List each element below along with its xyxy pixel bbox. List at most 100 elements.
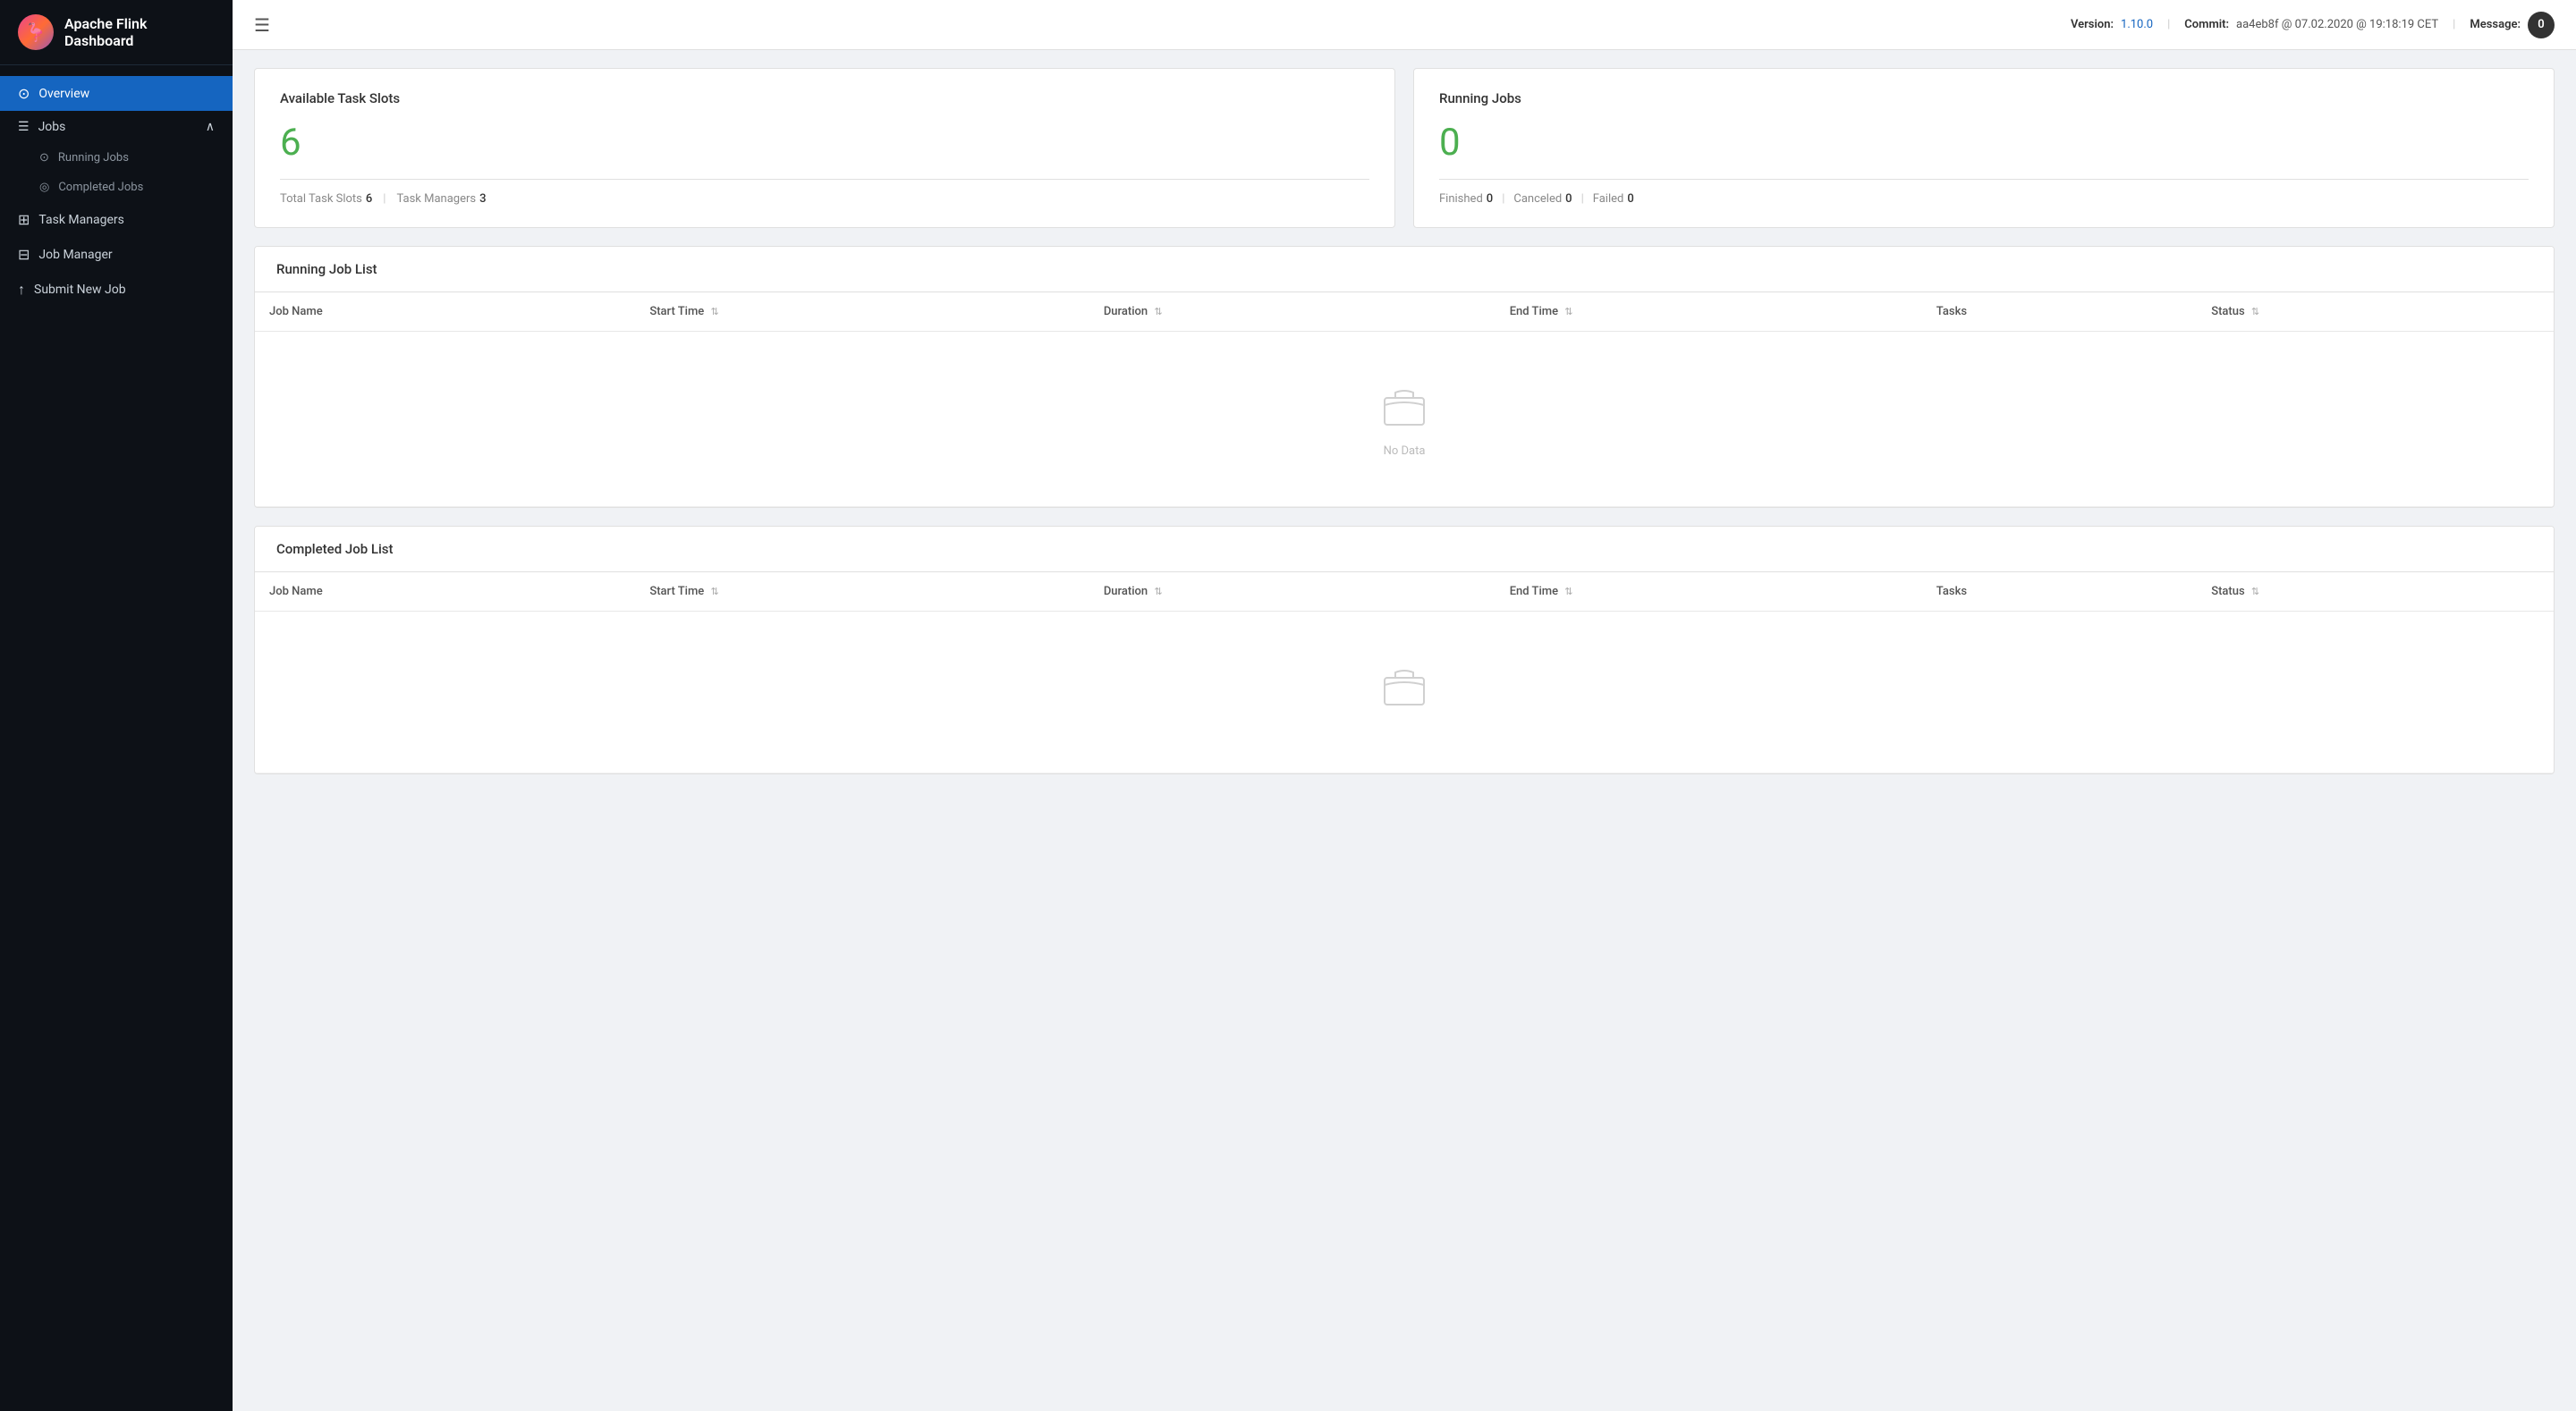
col-end-time-1[interactable]: End Time ⇅ bbox=[1496, 292, 1922, 332]
col-tasks-label-2: Tasks bbox=[1936, 585, 1967, 598]
failed-label: Failed bbox=[1593, 192, 1624, 206]
sidebar-item-completed-jobs[interactable]: ◎ Completed Jobs bbox=[0, 173, 233, 202]
running-jobs-title: Running Jobs bbox=[1439, 90, 2529, 106]
finished-value: 0 bbox=[1487, 192, 1493, 206]
completed-job-list-title: Completed Job List bbox=[255, 527, 2554, 572]
sidebar-completed-jobs-label: Completed Jobs bbox=[58, 181, 143, 194]
sort-icon-start-2: ⇅ bbox=[710, 586, 718, 597]
meta-sep: | bbox=[383, 192, 386, 206]
col-status-1[interactable]: Status ⇅ bbox=[2197, 292, 2554, 332]
running-job-table-head: Job Name Start Time ⇅ Duration ⇅ End Tim… bbox=[255, 292, 2554, 332]
commit-value: aa4eb8f @ 07.02.2020 @ 19:18:19 CET bbox=[2236, 18, 2438, 31]
running-no-data-row: No Data bbox=[255, 332, 2554, 507]
sidebar-logo: 🦩 Apache Flink Dashboard bbox=[0, 0, 233, 65]
col-job-name-label-1: Job Name bbox=[269, 305, 323, 318]
task-slots-title: Available Task Slots bbox=[280, 90, 1369, 106]
canceled-stat: Canceled 0 bbox=[1513, 192, 1572, 206]
stats-row: Available Task Slots 6 Total Task Slots … bbox=[254, 68, 2555, 228]
sort-icon-end-1: ⇅ bbox=[1564, 306, 1572, 317]
version-label: Version: bbox=[2071, 18, 2114, 31]
sidebar-task-managers-label: Task Managers bbox=[38, 213, 123, 227]
running-no-data-container: No Data bbox=[269, 344, 2539, 494]
col-job-name-1: Job Name bbox=[255, 292, 635, 332]
sidebar-jobs-section[interactable]: ☰ Jobs ∧ bbox=[0, 111, 233, 143]
sidebar-app-name: Apache Flink Dashboard bbox=[64, 15, 215, 49]
total-slots-label: Total Task Slots bbox=[280, 192, 362, 206]
main-content: ☰ Version: 1.10.0 | Commit: aa4eb8f @ 07… bbox=[233, 0, 2576, 1411]
sort-icon-status-2: ⇅ bbox=[2251, 586, 2259, 597]
sidebar-item-overview[interactable]: ⊙ Overview bbox=[0, 76, 233, 111]
running-job-table: Job Name Start Time ⇅ Duration ⇅ End Tim… bbox=[255, 292, 2554, 507]
col-job-name-label-2: Job Name bbox=[269, 585, 323, 598]
sidebar-item-running-jobs[interactable]: ⊙ Running Jobs bbox=[0, 143, 233, 173]
col-start-time-1[interactable]: Start Time ⇅ bbox=[635, 292, 1089, 332]
col-status-2[interactable]: Status ⇅ bbox=[2197, 572, 2554, 612]
no-data-icon-2 bbox=[1377, 660, 1431, 714]
sidebar-jobs-label: Jobs bbox=[38, 120, 66, 134]
failed-value: 0 bbox=[1627, 192, 1633, 206]
col-duration-label-2: Duration bbox=[1104, 585, 1148, 598]
header-left: ☰ bbox=[254, 14, 270, 36]
running-job-table-header-row: Job Name Start Time ⇅ Duration ⇅ End Tim… bbox=[255, 292, 2554, 332]
sidebar-item-task-managers[interactable]: ⊞ Task Managers bbox=[0, 202, 233, 237]
total-slots-value: 6 bbox=[366, 192, 372, 206]
version-value: 1.10.0 bbox=[2121, 18, 2153, 31]
logo-emoji: 🦩 bbox=[25, 21, 47, 43]
completed-no-data-row bbox=[255, 612, 2554, 773]
message-label: Message: bbox=[2470, 18, 2521, 31]
col-status-label-2: Status bbox=[2211, 585, 2244, 598]
running-job-list-title: Running Job List bbox=[255, 247, 2554, 292]
completed-job-table-header-row: Job Name Start Time ⇅ Duration ⇅ End Tim… bbox=[255, 572, 2554, 612]
jobs-icon: ☰ bbox=[18, 120, 30, 134]
stat-divider-2 bbox=[1439, 179, 2529, 180]
sidebar-nav: ⊙ Overview ☰ Jobs ∧ ⊙ Running Jobs ◎ Com… bbox=[0, 65, 233, 318]
task-managers-meta-label: Task Managers bbox=[396, 192, 476, 206]
task-managers-meta: Task Managers 3 bbox=[396, 192, 486, 206]
col-end-time-2[interactable]: End Time ⇅ bbox=[1496, 572, 1922, 612]
stat-divider-1 bbox=[280, 179, 1369, 180]
col-duration-2[interactable]: Duration ⇅ bbox=[1089, 572, 1496, 612]
col-tasks-label-1: Tasks bbox=[1936, 305, 1967, 318]
header-right: Version: 1.10.0 | Commit: aa4eb8f @ 07.0… bbox=[2071, 12, 2555, 38]
sort-icon-end-2: ⇅ bbox=[1564, 586, 1572, 597]
col-duration-1[interactable]: Duration ⇅ bbox=[1089, 292, 1496, 332]
running-sep-1: | bbox=[1502, 192, 1504, 206]
col-duration-label-1: Duration bbox=[1104, 305, 1148, 318]
col-start-time-label-1: Start Time bbox=[649, 305, 704, 318]
task-slots-meta: Total Task Slots 6 | Task Managers 3 bbox=[280, 192, 1369, 206]
running-no-data-cell: No Data bbox=[255, 332, 2554, 507]
sidebar-running-jobs-label: Running Jobs bbox=[58, 151, 129, 165]
commit-label: Commit: bbox=[2184, 18, 2229, 31]
col-status-label-1: Status bbox=[2211, 305, 2244, 318]
sidebar-job-manager-label: Job Manager bbox=[38, 248, 112, 262]
jobs-section-left: ☰ Jobs bbox=[18, 120, 65, 134]
running-jobs-circle-icon: ⊙ bbox=[39, 151, 49, 165]
col-tasks-1: Tasks bbox=[1922, 292, 2197, 332]
no-data-icon-1 bbox=[1377, 380, 1431, 434]
completed-job-table-head: Job Name Start Time ⇅ Duration ⇅ End Tim… bbox=[255, 572, 2554, 612]
running-no-data-text: No Data bbox=[1384, 444, 1426, 458]
sidebar-item-job-manager[interactable]: ⊟ Job Manager bbox=[0, 237, 233, 272]
job-manager-icon: ⊟ bbox=[18, 246, 30, 263]
sort-icon-status-1: ⇅ bbox=[2251, 306, 2259, 317]
page-content: Available Task Slots 6 Total Task Slots … bbox=[233, 50, 2576, 1411]
sidebar: 🦩 Apache Flink Dashboard ⊙ Overview ☰ Jo… bbox=[0, 0, 233, 1411]
completed-no-data-container bbox=[269, 624, 2539, 760]
task-managers-icon: ⊞ bbox=[18, 211, 30, 228]
header-sep-1: | bbox=[2167, 18, 2170, 31]
submit-job-icon: ↑ bbox=[18, 281, 25, 299]
finished-stat: Finished 0 bbox=[1439, 192, 1493, 206]
canceled-value: 0 bbox=[1565, 192, 1572, 206]
running-sep-2: | bbox=[1581, 192, 1584, 206]
sidebar-overview-label: Overview bbox=[38, 87, 89, 101]
header: ☰ Version: 1.10.0 | Commit: aa4eb8f @ 07… bbox=[233, 0, 2576, 50]
col-start-time-2[interactable]: Start Time ⇅ bbox=[635, 572, 1089, 612]
col-start-time-label-2: Start Time bbox=[649, 585, 704, 598]
sidebar-item-submit-job[interactable]: ↑ Submit New Job bbox=[0, 272, 233, 308]
header-sep-2: | bbox=[2453, 18, 2455, 31]
total-task-slots: Total Task Slots 6 bbox=[280, 192, 372, 206]
task-slots-card: Available Task Slots 6 Total Task Slots … bbox=[254, 68, 1395, 228]
menu-icon[interactable]: ☰ bbox=[254, 14, 270, 36]
message-badge[interactable]: 0 bbox=[2528, 12, 2555, 38]
failed-stat: Failed 0 bbox=[1593, 192, 1634, 206]
